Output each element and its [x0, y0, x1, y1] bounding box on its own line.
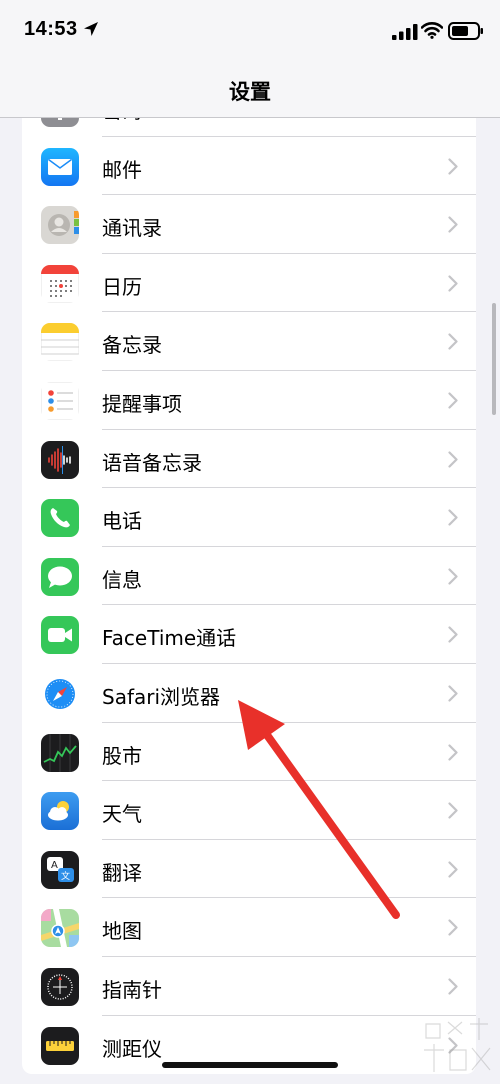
navigation-bar: 设置	[0, 60, 500, 118]
notes-icon	[41, 323, 79, 362]
settings-row-messages[interactable]: 信息	[22, 547, 476, 606]
battery-icon	[448, 22, 483, 40]
facetime-icon	[41, 616, 79, 655]
chevron-right-icon	[448, 626, 458, 643]
mail-icon	[41, 147, 79, 186]
translate-icon: A 文	[41, 850, 79, 889]
chevron-right-icon	[448, 216, 458, 233]
calendar-icon	[41, 264, 79, 303]
settings-row-stocks[interactable]: 股市	[22, 723, 476, 782]
row-label: 日历	[102, 274, 142, 299]
maps-icon	[41, 909, 79, 948]
watermark-pattern-icon	[424, 1018, 491, 1072]
messages-icon	[41, 557, 79, 596]
chevron-right-icon	[448, 743, 458, 761]
row-label: 电话	[102, 509, 142, 534]
row-label: FaceTime通话	[102, 626, 237, 651]
settings-row-compass[interactable]: 指南针	[22, 957, 476, 1016]
reminders-icon	[41, 381, 79, 420]
settings-row-reminders[interactable]: 提醒事项	[22, 371, 476, 430]
location-arrow-icon	[84, 22, 98, 36]
row-label: 邮件	[102, 157, 142, 182]
row-label: 翻译	[102, 860, 142, 885]
settings-list[interactable]: 密码 邮件 通讯录	[0, 118, 500, 1084]
chevron-right-icon	[448, 685, 458, 702]
row-label: 地图	[102, 919, 142, 944]
settings-row-safari[interactable]: Safari浏览器	[22, 664, 476, 723]
chevron-right-icon	[448, 861, 458, 878]
settings-row-translate[interactable]: A 文 翻译	[22, 840, 476, 899]
row-label: 信息	[102, 567, 142, 592]
settings-row-calendar[interactable]: 日历	[22, 254, 476, 313]
measure-icon	[41, 1026, 79, 1065]
settings-row-passwords[interactable]: 密码	[22, 118, 476, 137]
chevron-right-icon	[448, 392, 458, 409]
stocks-icon	[41, 733, 79, 772]
settings-row-mail[interactable]: 邮件	[22, 137, 476, 196]
chevron-right-icon	[448, 333, 458, 350]
status-time: 14:53	[24, 18, 78, 40]
row-label: 天气	[102, 802, 142, 827]
scroll-indicator[interactable]	[492, 303, 496, 415]
compass-icon	[41, 967, 79, 1006]
apps-settings-group: 密码 邮件 通讯录	[22, 118, 476, 1075]
svg-text:A: A	[51, 860, 58, 871]
row-label: 通讯录	[102, 216, 162, 241]
safari-icon	[41, 674, 79, 713]
chevron-right-icon	[448, 509, 458, 526]
settings-row-voice-memos[interactable]: 语音备忘录	[22, 430, 476, 489]
phone-icon	[41, 499, 79, 538]
voice-memos-icon	[41, 440, 79, 479]
contacts-icon	[41, 206, 79, 245]
row-label: 指南针	[102, 977, 162, 1002]
passwords-icon	[41, 118, 79, 127]
settings-row-weather[interactable]: 天气	[22, 781, 476, 840]
chevron-right-icon	[448, 157, 458, 175]
settings-row-contacts[interactable]: 通讯录	[22, 195, 476, 254]
weather-icon	[41, 792, 79, 831]
row-label: 提醒事项	[102, 391, 182, 416]
chevron-right-icon	[448, 275, 458, 292]
chevron-right-icon	[448, 568, 458, 585]
page-title: 设置	[229, 80, 271, 104]
settings-row-phone[interactable]: 电话	[22, 488, 476, 547]
row-label: 测距仪	[102, 1036, 162, 1061]
settings-row-facetime[interactable]: FaceTime通话	[22, 605, 476, 664]
row-label: Safari浏览器	[102, 684, 221, 709]
settings-row-notes[interactable]: 备忘录	[22, 312, 476, 371]
row-label: 备忘录	[102, 333, 162, 358]
chevron-right-icon	[448, 919, 458, 936]
settings-row-maps[interactable]: 地图	[22, 898, 476, 957]
row-label: 股市	[102, 743, 142, 768]
svg-text:文: 文	[61, 870, 70, 882]
cellular-signal-icon	[392, 24, 418, 40]
row-label: 密码	[102, 118, 142, 124]
chevron-right-icon	[448, 978, 458, 995]
row-label: 语音备忘录	[102, 450, 202, 475]
chevron-right-icon	[448, 802, 458, 819]
status-bar: 14:53	[0, 0, 500, 60]
wifi-icon	[421, 22, 443, 39]
home-indicator[interactable]	[162, 1062, 338, 1068]
chevron-right-icon	[448, 450, 458, 468]
